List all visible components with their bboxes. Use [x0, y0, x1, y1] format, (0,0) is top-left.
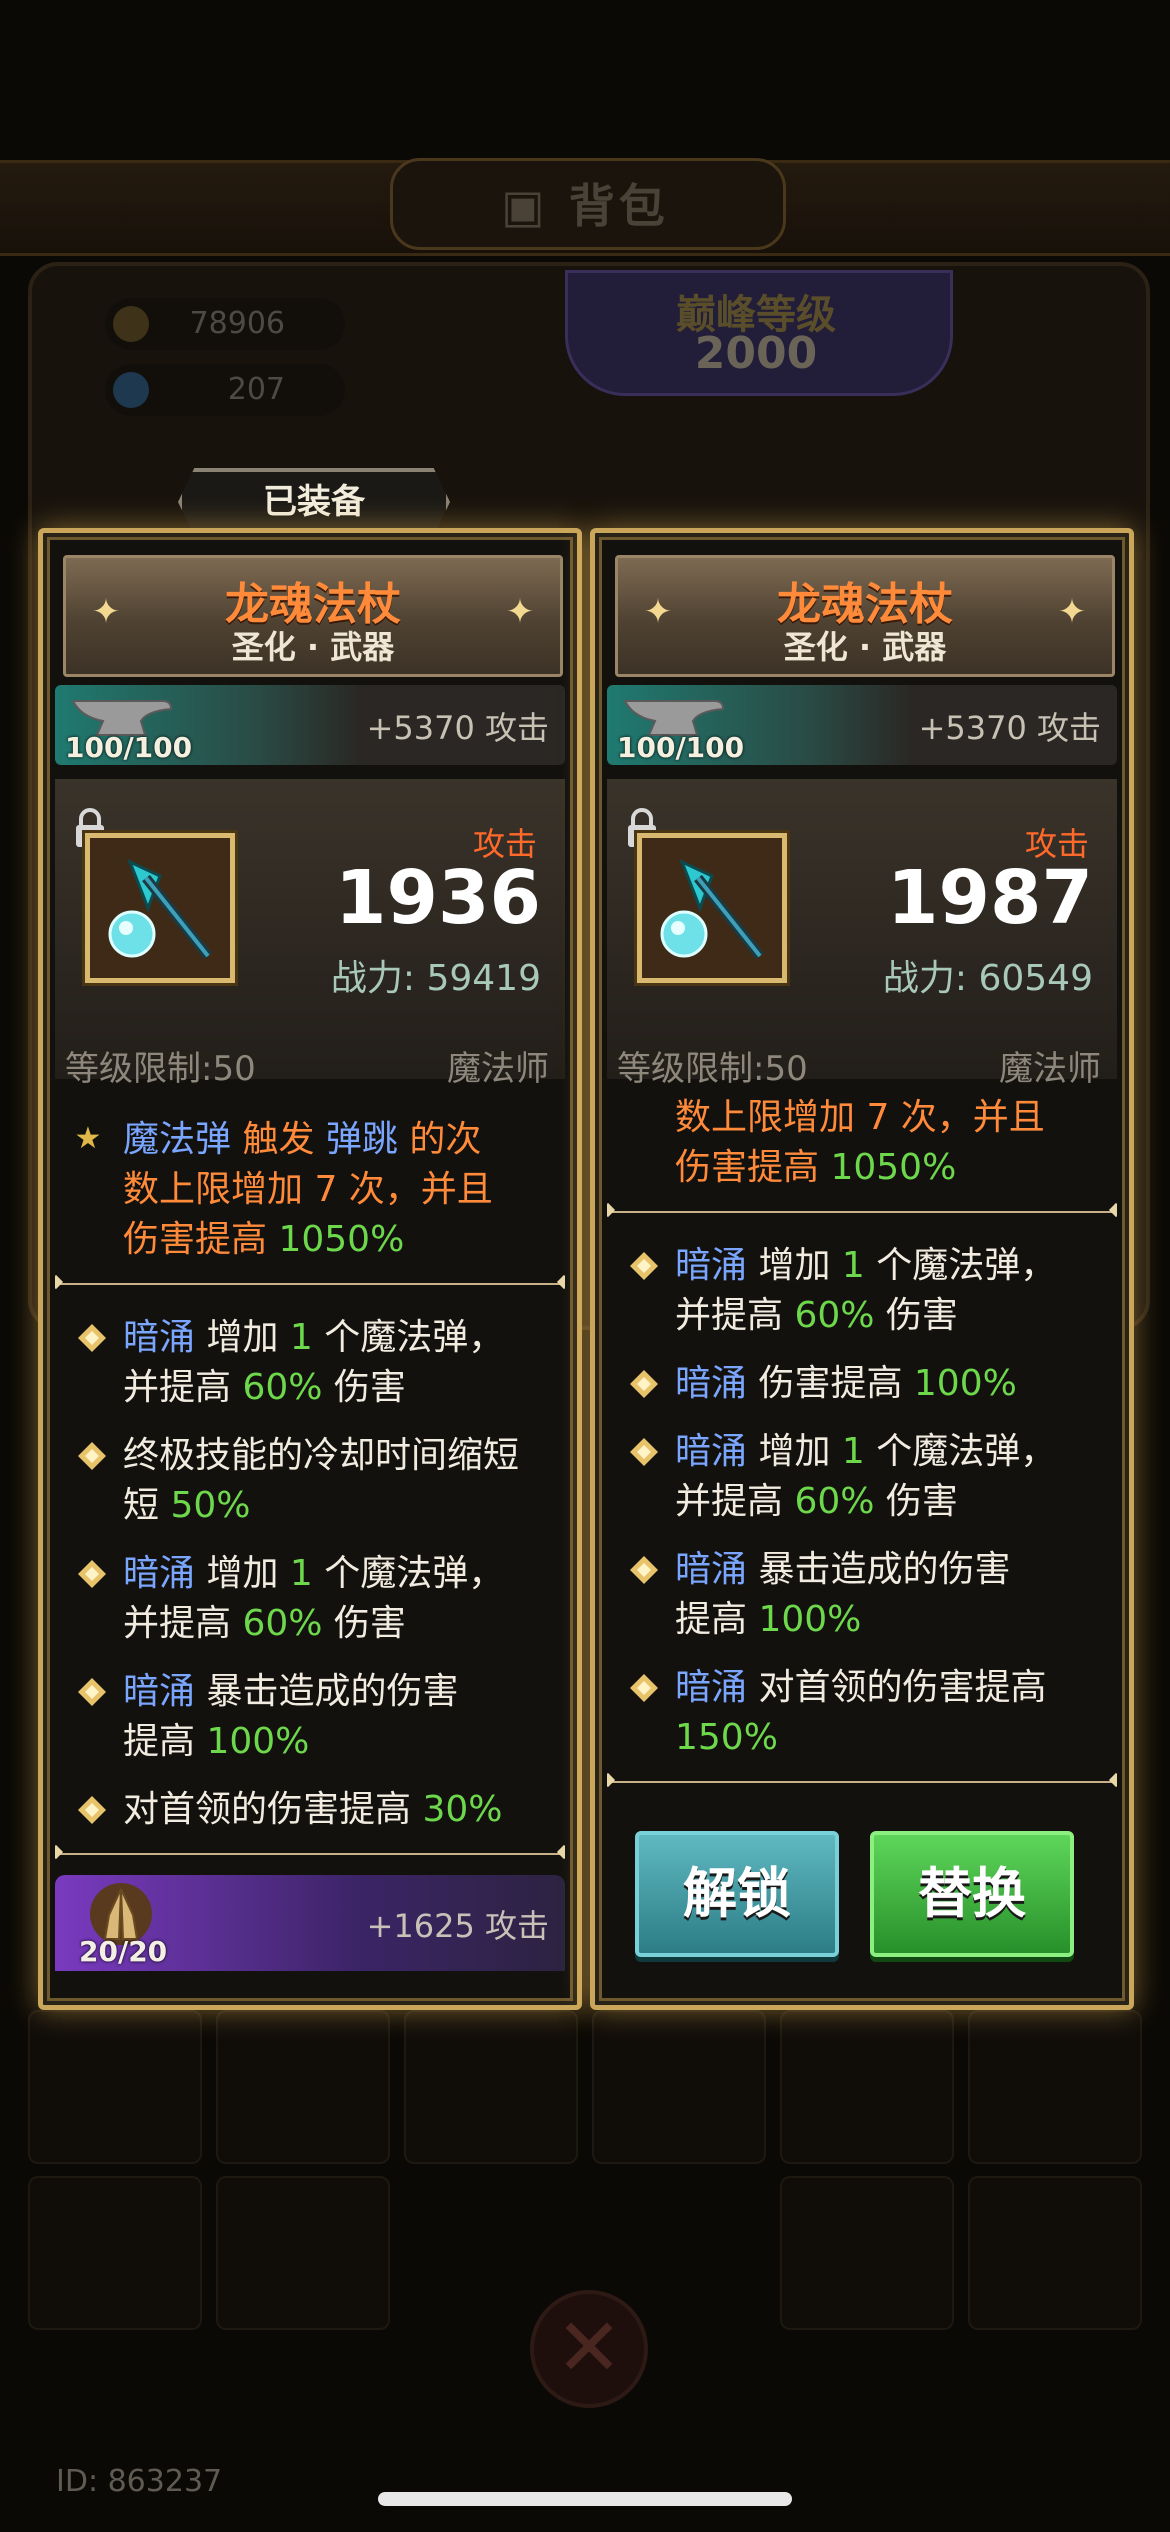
user-id: ID: 863237: [56, 2464, 223, 2499]
blessing-bar: 20/20 +1625 攻击: [55, 1875, 565, 1971]
inventory-slot: [28, 2010, 202, 2164]
combat-power-label: 战力:: [330, 958, 416, 999]
item-name-plate: ✦ 龙魂法杖 圣化 · 武器 ✦: [615, 555, 1115, 677]
class-requirement: 魔法师: [999, 1049, 1101, 1089]
close-icon[interactable]: ✕: [530, 2290, 648, 2408]
item-stats: 攻击 1936 战力: 59419 等级限制:50 魔法师: [55, 779, 565, 1089]
diamond-icon: [78, 1678, 106, 1706]
diamond-icon: [78, 1442, 106, 1470]
diamond-icon: [78, 1560, 106, 1588]
divider: [607, 1781, 1117, 1789]
replace-button[interactable]: 替换: [870, 1831, 1074, 1957]
equipped-item-panel: ✦ 龙魂法杖 圣化 · 武器 ✦ 100/100 +5370 攻击 攻击 193…: [38, 528, 582, 2010]
inventory-slot: [780, 2010, 954, 2164]
attribute-row: 暗涌 伤害提高 100%: [607, 1359, 1117, 1409]
enhance-count: 100/100: [65, 731, 193, 764]
star-icon: ★: [74, 1121, 102, 1156]
item-name-plate: ✦ 龙魂法杖 圣化 · 武器 ✦: [63, 555, 563, 677]
combat-power-value: 60549: [978, 958, 1093, 999]
stat-value: 1987: [887, 855, 1093, 941]
attribute-row: 对首领的伤害提高 30%: [55, 1785, 565, 1835]
item-icon-frame[interactable]: [637, 833, 787, 983]
attribute-row: 暗涌 暴击造成的伤害 提高 100%: [55, 1667, 565, 1767]
bag-icon: ▣: [501, 179, 549, 233]
attribute-row: 暗涌 暴击造成的伤害 提高 100%: [607, 1545, 1117, 1645]
inventory-slot: [216, 2010, 390, 2164]
blessing-bonus: +1625 攻击: [366, 1907, 549, 1945]
page-title: ▣ 背包: [501, 179, 669, 233]
level-requirement: 等级限制:50: [617, 1049, 808, 1089]
equipped-tab: 已装备: [178, 468, 450, 536]
diamond-icon: [630, 1438, 658, 1466]
sparkle-icon: ✦: [1057, 592, 1087, 632]
attribute-row: 暗涌 增加 1 个魔法弹， 并提高 60% 伤害: [55, 1313, 565, 1413]
inventory-slot: [592, 2010, 766, 2164]
diamond-icon: [630, 1252, 658, 1280]
divider: [55, 1283, 565, 1291]
inventory-slot: [780, 2176, 954, 2330]
attribute-row: 暗涌 增加 1 个魔法弹， 并提高 60% 伤害: [55, 1549, 565, 1649]
combat-power: 战力: 59419: [331, 949, 541, 1001]
attribute-list[interactable]: 数上限增加 7 次，并且 伤害提高 1050% 暗涌 增加 1 个魔法弹， 并提…: [607, 1093, 1117, 1793]
divider: [607, 1211, 1117, 1219]
attribute-list[interactable]: ★ 魔法弹 触发 弹跳 的次 数上限增加 7 次，并且 伤害提高 1050% 暗…: [55, 1093, 565, 1863]
special-attribute: ★ 魔法弹 触发 弹跳 的次 数上限增加 7 次，并且 伤害提高 1050%: [74, 1119, 493, 1260]
item-icon-frame[interactable]: [85, 833, 235, 983]
level-requirement: 等级限制:50: [65, 1049, 256, 1089]
class-requirement: 魔法师: [447, 1049, 549, 1089]
diamond-icon: [630, 1674, 658, 1702]
staff-icon: [660, 859, 764, 960]
enhance-bar: 100/100 +5370 攻击: [55, 685, 565, 765]
new-item-panel: ✦ 龙魂法杖 圣化 · 武器 ✦ 100/100 +5370 攻击 攻击 198…: [590, 528, 1134, 2010]
enhance-count: 100/100: [617, 731, 745, 764]
inventory-slot: [968, 2010, 1142, 2164]
attribute-row: 终极技能的冷却时间缩短 短 50%: [55, 1431, 565, 1531]
unlock-button[interactable]: 解锁: [635, 1831, 839, 1957]
diamond-icon: [630, 1370, 658, 1398]
combat-power-value: 59419: [426, 958, 541, 999]
enhance-bonus: +5370 攻击: [918, 709, 1101, 747]
stat-value: 1936: [335, 855, 541, 941]
sparkle-icon: ✦: [505, 592, 535, 632]
gem-counter: 207: [105, 364, 345, 416]
blessing-count: 20/20: [79, 1935, 168, 1968]
coin-icon: [113, 306, 149, 342]
enhance-bonus: +5370 攻击: [366, 709, 549, 747]
home-indicator[interactable]: [378, 2492, 792, 2506]
gem-icon: [113, 372, 149, 408]
inventory-slot: [28, 2176, 202, 2330]
inventory-slot: [968, 2176, 1142, 2330]
item-type: 圣化 · 武器: [231, 628, 395, 666]
attribute-row: 暗涌 增加 1 个魔法弹， 并提高 60% 伤害: [607, 1427, 1117, 1527]
combat-power: 战力: 60549: [883, 949, 1093, 1001]
inventory-slot: [404, 2010, 578, 2164]
special-attribute: 数上限增加 7 次，并且 伤害提高 1050%: [675, 1097, 1045, 1188]
divider: [55, 1853, 565, 1861]
item-stats: 攻击 1987 战力: 60549 等级限制:50 魔法师: [607, 779, 1117, 1089]
diamond-icon: [78, 1324, 106, 1352]
peak-level-value: 2000: [694, 328, 818, 379]
enhance-bar: 100/100 +5370 攻击: [607, 685, 1117, 765]
gold-counter: 78906: [105, 298, 345, 350]
staff-icon: [108, 859, 212, 960]
diamond-icon: [78, 1796, 106, 1824]
diamond-icon: [630, 1556, 658, 1584]
inventory-slot: [216, 2176, 390, 2330]
attribute-row: 暗涌 增加 1 个魔法弹， 并提高 60% 伤害: [607, 1241, 1117, 1341]
combat-power-label: 战力:: [882, 958, 968, 999]
item-type: 圣化 · 武器: [783, 628, 947, 666]
attribute-row: 暗涌 对首领的伤害提高 150%: [607, 1663, 1117, 1763]
